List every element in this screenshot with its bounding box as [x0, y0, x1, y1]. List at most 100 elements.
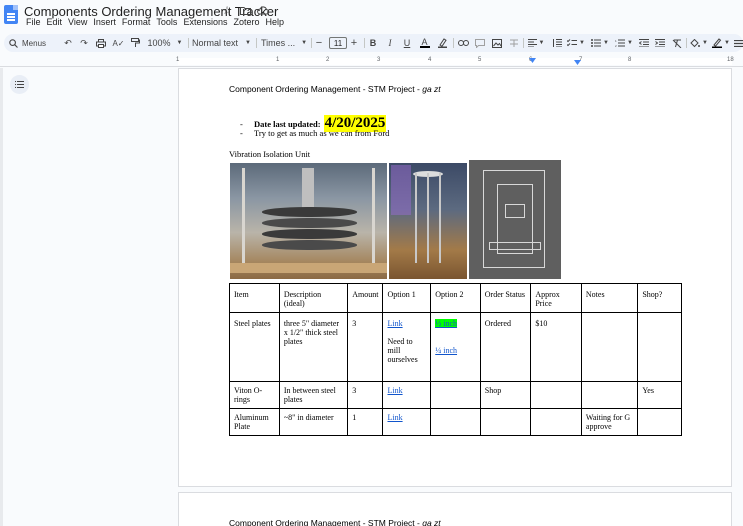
document-page[interactable]: Component Ordering Management - STM Proj…	[178, 68, 732, 487]
option1-link[interactable]: Link	[387, 413, 402, 422]
font-family-select[interactable]: Times ... ▼	[261, 34, 309, 52]
clear-formatting-icon[interactable]	[670, 34, 683, 52]
table-cell-status[interactable]: Ordered	[479, 312, 532, 382]
option1-link[interactable]: Link	[387, 386, 402, 395]
table-cell-status[interactable]: Shop	[479, 381, 532, 409]
decrease-font-size-icon[interactable]: −	[313, 34, 325, 52]
increase-font-size-icon[interactable]: +	[348, 34, 360, 52]
clear-formatting-strike-icon[interactable]	[507, 34, 520, 52]
table-header-cell[interactable]: Option 1	[382, 283, 432, 313]
right-indent-marker-icon[interactable]	[574, 60, 581, 65]
table-header-cell[interactable]: Order Status	[479, 283, 532, 313]
zoom-select[interactable]: 100% ▼	[146, 34, 184, 52]
table-cell-price[interactable]: $10	[530, 312, 582, 382]
table-cell-option2[interactable]	[430, 381, 481, 409]
highlight-color-icon[interactable]	[436, 34, 449, 52]
checklist-icon[interactable]: ▼	[566, 34, 586, 52]
redo-icon[interactable]: ↷	[78, 34, 90, 52]
bold-icon[interactable]: B	[367, 34, 379, 52]
option2-half-inch-link[interactable]: ½ inch	[435, 319, 458, 328]
table-cell-price[interactable]	[530, 408, 582, 436]
table-cell-shop[interactable]: Yes	[637, 381, 682, 409]
table-cell-price[interactable]	[530, 381, 582, 409]
table-cell-status[interactable]	[479, 408, 532, 436]
option1-link[interactable]: Link	[387, 319, 402, 328]
table-cell-amount[interactable]: 3	[347, 381, 384, 409]
paint-format-icon[interactable]	[129, 34, 142, 52]
text-color-icon[interactable]: A	[418, 34, 431, 52]
bulleted-list-icon[interactable]: ▼	[590, 34, 610, 52]
menu-view[interactable]: View	[66, 17, 91, 27]
menu-zotero[interactable]: Zotero	[231, 17, 263, 27]
docs-logo-icon[interactable]	[4, 5, 18, 24]
document-page[interactable]: Component Ordering Management - STM Proj…	[178, 492, 732, 526]
menu-format[interactable]: Format	[120, 17, 155, 27]
move-folder-icon[interactable]	[239, 4, 251, 16]
page-header[interactable]: Component Ordering Management - STM Proj…	[229, 518, 441, 526]
border-color-icon[interactable]: ▼	[711, 34, 731, 52]
table-cell-description[interactable]: In between steel plates	[278, 381, 349, 409]
search-menus-button[interactable]: Menus	[5, 34, 59, 52]
more-options-icon[interactable]	[733, 34, 743, 52]
table-cell-option1[interactable]: Link	[382, 381, 432, 409]
table-cell-amount[interactable]: 1	[347, 408, 384, 436]
paint-bucket-icon[interactable]: ▼	[689, 34, 709, 52]
table-cell-option1[interactable]: Link	[382, 408, 432, 436]
italic-icon[interactable]: I	[384, 34, 396, 52]
table-cell-description[interactable]: ~8" in diameter	[278, 408, 349, 436]
insert-image-icon[interactable]	[490, 34, 503, 52]
star-icon[interactable]: ☆	[221, 4, 233, 17]
decrease-indent-icon[interactable]	[637, 34, 650, 52]
table-cell-shop[interactable]	[637, 408, 682, 436]
table-header-cell[interactable]: Notes	[580, 283, 639, 313]
table-cell-notes[interactable]	[580, 312, 639, 382]
table-cell-amount[interactable]: 3	[347, 312, 384, 382]
table-cell-item[interactable]: Viton O-rings	[229, 381, 280, 409]
table-header-cell[interactable]: Amount	[347, 283, 384, 313]
horizontal-ruler[interactable]: 1 1 2 3 4 5 6 7 8 18	[0, 57, 743, 67]
print-icon[interactable]	[94, 34, 107, 52]
menu-tools[interactable]: Tools	[154, 17, 181, 27]
underline-icon[interactable]: U	[401, 34, 413, 52]
table-cell-option2[interactable]	[430, 408, 481, 436]
ruler-number: 18	[727, 57, 734, 63]
paragraph-style-select[interactable]: Normal text ▼	[192, 34, 254, 52]
section-title[interactable]: Vibration Isolation Unit	[229, 149, 310, 159]
table-cell-description[interactable]: three 5" diameter x 1/2" thick steel pla…	[278, 312, 349, 382]
increase-indent-icon[interactable]	[653, 34, 666, 52]
table-cell-item[interactable]: Aluminum Plate	[229, 408, 280, 436]
line-spacing-icon[interactable]	[550, 34, 563, 52]
document-outline-button[interactable]	[10, 75, 29, 94]
table-header-cell[interactable]: Description (ideal)	[278, 283, 349, 313]
table-cell-option2[interactable]: ½ inch ¼ inch	[430, 312, 481, 382]
design-sketch-photo[interactable]	[469, 160, 561, 279]
table-header-cell[interactable]: Item	[229, 283, 280, 313]
page-header[interactable]: Component Ordering Management - STM Proj…	[229, 84, 441, 94]
insert-link-icon[interactable]	[457, 34, 470, 52]
table-header-cell[interactable]: Approx Price	[530, 283, 582, 313]
table-cell-item[interactable]: Steel plates	[229, 312, 280, 382]
align-icon[interactable]: ▼	[526, 34, 546, 52]
menu-edit[interactable]: Edit	[45, 17, 67, 27]
table-cell-option1[interactable]: Link Need to mill ourselves	[382, 312, 432, 382]
menu-file[interactable]: File	[24, 17, 45, 27]
menu-extensions[interactable]: Extensions	[181, 17, 231, 27]
menu-help[interactable]: Help	[263, 17, 288, 27]
table-cell-notes[interactable]	[580, 381, 639, 409]
font-size-input[interactable]: 11	[329, 37, 347, 49]
list-item[interactable]: - Try to get as much as we can from Ford	[240, 128, 389, 138]
spellcheck-icon[interactable]: A✓	[112, 34, 125, 52]
isolation-stand-photo[interactable]	[389, 163, 467, 279]
vibration-isolation-photo[interactable]	[230, 163, 387, 279]
undo-icon[interactable]: ↶	[62, 34, 74, 52]
table-header-cell[interactable]: Option 2	[430, 283, 481, 313]
cloud-status-icon[interactable]	[257, 4, 269, 16]
option2-quarter-inch-link[interactable]: ¼ inch	[435, 346, 457, 355]
menu-insert[interactable]: Insert	[91, 17, 120, 27]
numbered-list-icon[interactable]: 1 2 ▼	[614, 34, 634, 52]
table-header-cell[interactable]: Shop?	[637, 283, 682, 313]
table-cell-shop[interactable]	[637, 312, 682, 382]
left-indent-marker-icon[interactable]	[529, 58, 536, 63]
insert-comment-icon[interactable]	[473, 34, 486, 52]
table-cell-notes[interactable]: Waiting for G approve	[580, 408, 639, 436]
